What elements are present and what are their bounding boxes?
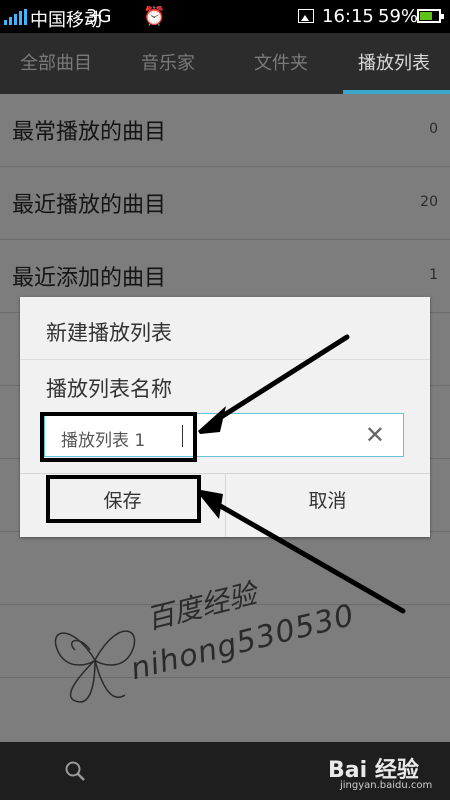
arrow-to-save <box>207 497 406 614</box>
arrowhead-save <box>198 490 223 519</box>
arrow-to-input <box>207 334 350 427</box>
annotation-arrows <box>198 334 406 614</box>
arrowhead-input <box>198 406 226 434</box>
